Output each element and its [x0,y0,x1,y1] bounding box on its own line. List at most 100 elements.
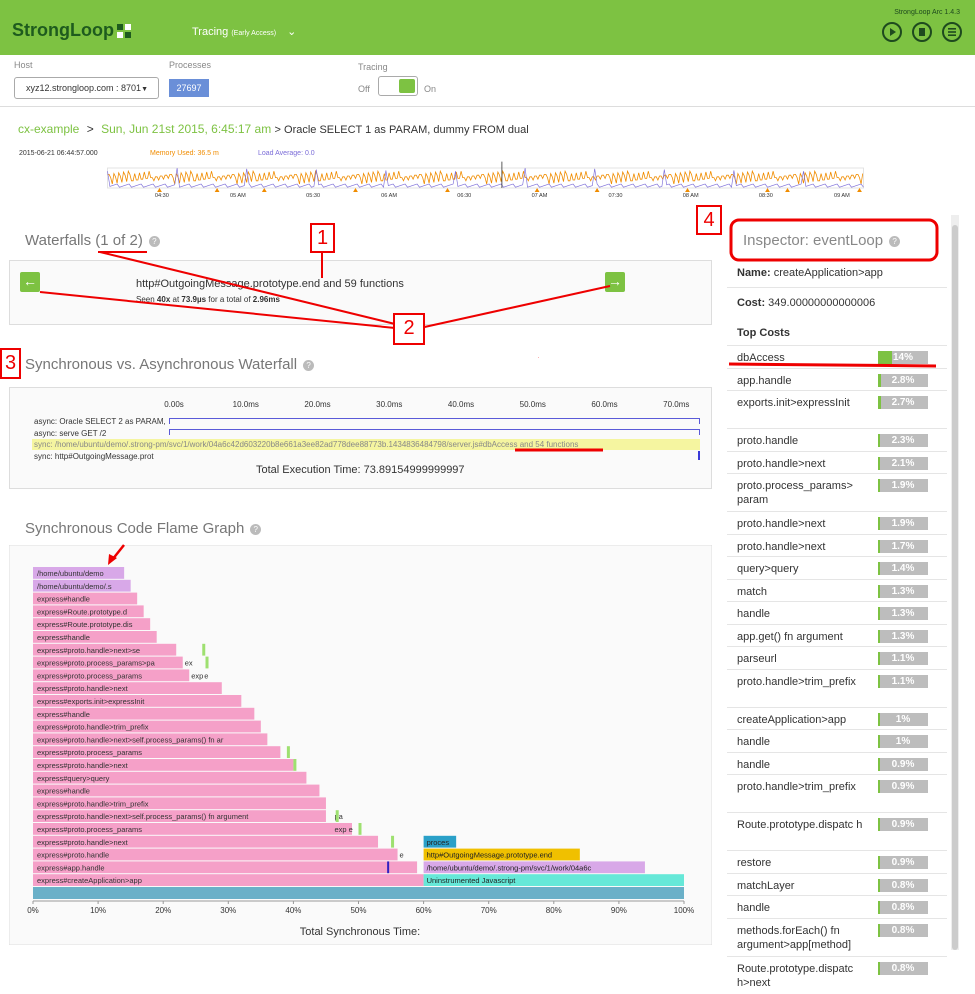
cost-percent: 0.8% [891,962,915,974]
flame-frame-label: express#handle [37,710,90,719]
axis-tick-label: 70.0ms [663,400,690,409]
flame-axis-label: 60% [416,906,432,915]
cost-row[interactable]: proto.handle>trim_prefix 0.9% [727,774,947,812]
annotation-4: 4 [696,205,722,235]
cost-label: Cost: [737,297,766,309]
waterfalls-title: Waterfalls (1 of 2)? [25,232,160,249]
name-label: Name: [737,267,771,279]
cost-row[interactable]: restore 0.9% [727,850,947,873]
event-marker[interactable] [261,188,267,192]
flame-sliver[interactable] [293,759,297,771]
cost-row[interactable]: proto.handle>next 2.1% [727,450,947,474]
cost-row[interactable]: createApplication>app 1% [727,706,947,730]
cost-name: query>query [737,563,799,575]
document-icon[interactable] [912,22,932,42]
cost-row[interactable]: handle 1% [727,729,947,752]
cost-row[interactable]: proto.handle 2.3% [727,428,947,451]
cost-row[interactable]: app.handle 2.8% [727,367,947,391]
top-bar: StrongLoop Tracing (Early Access) ⌄ Stro… [0,0,975,55]
flame-frame-label: express#app.handle [37,863,105,872]
cost-row[interactable]: Route.prototype.dispatc h 0.9% [727,812,947,850]
cost-row[interactable]: proto.handle>next 1.9% [727,511,947,534]
flame-sliver[interactable] [335,810,339,822]
menu-icon[interactable] [942,22,962,42]
cost-name: matchLayer [737,879,795,892]
waterfall-row-highlight[interactable]: sync: /home/ubuntu/demo/.strong-pm/svc/1… [32,439,700,450]
cost-value: 349.00000000000006 [768,297,876,309]
flame-root[interactable] [33,887,684,899]
flame-sliver[interactable] [358,823,362,835]
cost-row[interactable]: parseurl 1.1% [727,646,947,669]
cost-bar-fill [878,456,881,470]
event-marker[interactable] [353,188,358,192]
strongloop-logo[interactable]: StrongLoop [12,20,131,41]
event-marker[interactable] [857,188,862,192]
help-icon[interactable]: ? [148,236,160,247]
process-badge[interactable]: 27697 [169,79,209,97]
inspector-panel: Inspector: eventLoop? Name: createApplic… [727,215,947,989]
flame-frame-label: express#handle [37,787,90,796]
cost-row[interactable]: dbAccess 14% [727,345,947,368]
scroll-thumb[interactable] [952,225,958,950]
event-marker[interactable] [534,188,540,192]
logo-text: StrongLoop [12,20,114,40]
cost-name: dbAccess [737,352,785,364]
waterfall-seen: Seen 40x at 73.9µs for a total of 2.96ms [136,295,280,304]
cost-row[interactable]: proto.handle>trim_prefix 1.1% [727,668,947,707]
cost-percent: 0.9% [891,758,915,770]
event-marker[interactable] [445,188,450,192]
breadcrumb-date[interactable]: Sun, Jun 21st 2015, 6:45:17 am [101,122,271,136]
flame-sliver[interactable] [202,643,206,656]
cost-percent: 1% [895,736,911,747]
flame-sliver[interactable] [387,861,390,874]
cost-name: handle [737,758,771,771]
help-icon[interactable]: ? [889,236,901,247]
next-arrow-icon[interactable]: → [605,272,625,292]
module-selector[interactable]: Tracing (Early Access) ⌄ [192,25,296,38]
cost-row[interactable]: handle 0.8% [727,895,947,918]
cost-name: createApplication>app [737,713,847,726]
event-marker[interactable] [765,188,770,192]
cost-percent: 0.8% [891,902,915,913]
host-select[interactable]: xyz12.strongloop.com : 8701▼ [14,77,159,99]
cost-row[interactable]: exports.init>expressInit 2.7% [727,390,947,428]
help-icon[interactable]: ? [303,360,315,371]
event-marker[interactable] [157,188,162,192]
flame-graph[interactable]: /home/ubuntu/demo/home/ubuntu/demo/.sexp… [9,545,712,945]
help-icon[interactable]: ? [250,524,262,535]
waterfall-row[interactable]: async: serve GET /2 [34,429,169,438]
cost-bar-fill [878,652,880,665]
cost-row[interactable]: handle 0.9% [727,751,947,775]
cost-percent: 1.9% [891,518,915,529]
flame-sliver[interactable] [205,656,209,669]
cost-row[interactable]: matchLayer 0.8% [727,872,947,896]
cost-bar-fill [878,434,881,447]
cost-row[interactable]: app.get() fn argument 1.3% [727,623,947,647]
control-bar: Host xyz12.strongloop.com : 8701▼ Proces… [0,55,975,107]
waterfall-row[interactable]: async: Oracle SELECT 2 as PARAM, [34,417,169,426]
prev-arrow-icon[interactable]: ← [20,272,40,292]
event-marker[interactable] [594,188,600,192]
inspector-cost: Cost: 349.00000000000006 [737,297,875,309]
tracing-toggle[interactable] [378,76,418,96]
play-icon[interactable] [882,22,902,42]
cost-percent: 1.1% [891,675,915,687]
flame-sliver[interactable] [391,835,395,848]
cost-row[interactable]: handle 1.3% [727,601,947,624]
flame-frame-label: express#proto.process_params>pa [37,659,156,668]
cost-row[interactable]: proto.handle>next 1.7% [727,533,947,557]
cost-row[interactable]: match 1.3% [727,578,947,602]
event-marker[interactable] [685,188,690,192]
inspector-scrollbar[interactable] [951,215,959,950]
cost-bar-fill [878,878,880,892]
event-marker[interactable] [785,188,790,192]
cost-row[interactable]: proto.process_params> param 1.9% [727,473,947,511]
breadcrumb-app[interactable]: cx-example [18,122,79,136]
event-marker[interactable] [214,188,220,192]
cost-row[interactable]: Route.prototype.dispatc h>next 0.8% [727,955,947,994]
timeline-chart[interactable]: 04:30 05 AM 05:30 06 AM 06:30 07 AM 07:30 08 AM… [13,160,958,200]
cost-bar: 0.8% [878,961,928,975]
waterfall-row[interactable]: sync: http#OutgoingMessage.prot [34,452,169,461]
flame-sliver[interactable] [286,746,290,758]
cost-row[interactable]: query>query 1.4% [727,556,947,579]
